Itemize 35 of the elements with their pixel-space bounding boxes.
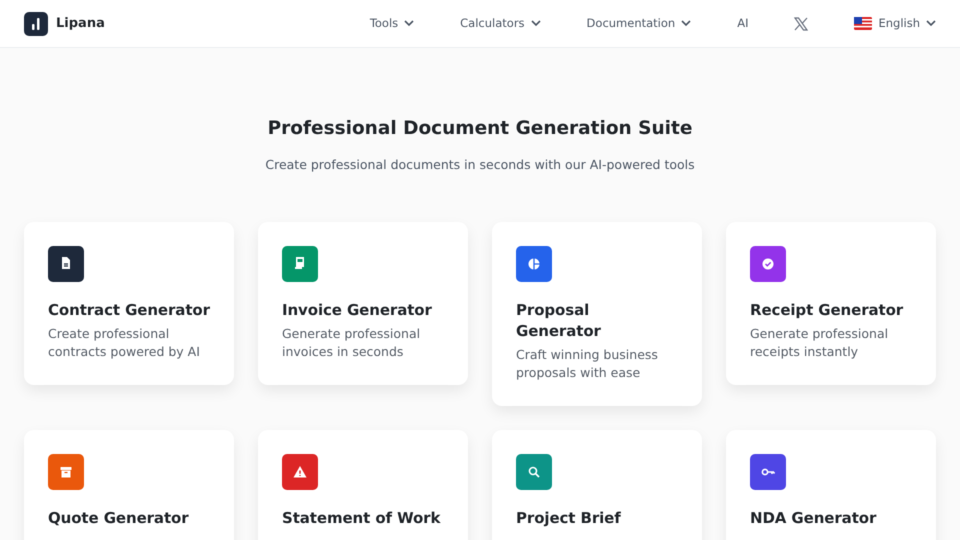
brand-name[interactable]: Lipana (56, 14, 105, 34)
flag-icon (854, 17, 872, 30)
nav-link[interactable]: Tools (370, 14, 414, 32)
tool-card[interactable]: Proposal Generator Craft winning business proposals with ease (492, 222, 702, 406)
tool-card[interactable]: Invoice Generator Generate professional invoices in seconds (258, 222, 468, 385)
page-subtitle: Create professional documents in seconds with our AI-powered tools (264, 156, 696, 174)
page-title: Professional Document Generation Suite (266, 118, 694, 140)
card-title: NDA Generator (750, 508, 878, 529)
nav-link[interactable]: AI (737, 14, 748, 32)
nav-link[interactable]: Calculators (460, 14, 541, 32)
card-title: Proposal Generator (516, 300, 602, 342)
card-description: Craft winning business proposals with ease (516, 346, 659, 382)
card-title: Receipt Generator (750, 300, 904, 321)
card-description: Generate professional invoices in seconds (282, 324, 422, 361)
card-title: Statement of Work (282, 508, 442, 529)
tool-card[interactable]: Contract Generator Create professional contracts powered by AI (24, 222, 234, 385)
card-title: Project Brief (516, 508, 622, 529)
language-selector[interactable]: English (854, 14, 936, 32)
tool-card[interactable]: Project Brief (492, 430, 702, 540)
tool-card[interactable]: Statement of Work (258, 430, 468, 540)
tool-card[interactable]: Quote Generator (24, 430, 234, 540)
card-title: Invoice Generator (282, 300, 433, 321)
chevron-down-icon (926, 20, 936, 27)
card-description: Generate professional receipts instantly (750, 324, 890, 361)
nav-link[interactable]: Documentation (586, 14, 692, 32)
chevron-down-icon (530, 20, 541, 27)
logo-icon[interactable] (24, 12, 48, 36)
tool-card[interactable]: NDA Generator (726, 430, 936, 540)
x-logo-icon[interactable] (794, 16, 808, 30)
chevron-down-icon (681, 20, 692, 27)
card-description: Create professional contracts powered by AI (48, 324, 201, 361)
chevron-down-icon (404, 20, 414, 27)
card-title: Quote Generator (48, 508, 190, 529)
card-title: Contract Generator (48, 300, 210, 321)
tool-card[interactable]: Receipt Generator Generate professional receipts instantly (726, 222, 936, 385)
